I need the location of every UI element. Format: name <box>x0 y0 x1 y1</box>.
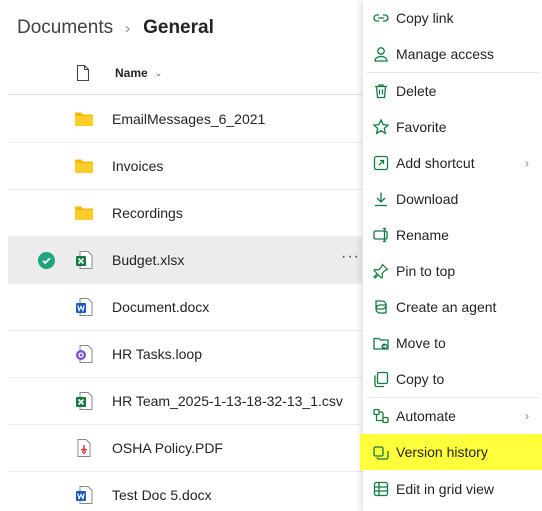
copy-icon <box>372 370 390 388</box>
menu-item-label: Edit in grid view <box>396 481 495 497</box>
menu-item-move-to[interactable]: Move to <box>363 325 542 361</box>
loop-file-icon <box>74 344 94 364</box>
context-menu: Copy link Manage access Delete Favorite Add … <box>360 0 542 511</box>
chevron-right-icon: › <box>525 156 529 170</box>
menu-item-delete[interactable]: Delete <box>363 73 542 109</box>
csv-file-icon <box>74 391 94 411</box>
folder-file-icon <box>74 203 94 223</box>
file-row[interactable]: Budget.xlsx ··· <box>8 237 368 284</box>
name-column-header[interactable]: Name ⌄ <box>115 66 162 80</box>
folder-move-icon <box>372 334 390 352</box>
menu-item-label: Add shortcut <box>396 155 475 171</box>
file-name[interactable]: HR Tasks.loop <box>112 346 202 362</box>
breadcrumb-current: General <box>143 17 214 38</box>
menu-item-label: Move to <box>396 335 446 351</box>
file-name[interactable]: OSHA Policy.PDF <box>112 440 223 456</box>
file-type-header-icon[interactable] <box>76 64 90 82</box>
menu-item-pin-to-top[interactable]: Pin to top <box>363 253 542 289</box>
file-list: EmailMessages_6_2021 Invoices Recordings Bu… <box>8 96 368 511</box>
pdf-file-icon <box>74 438 94 458</box>
file-row[interactable]: Document.docx <box>8 284 368 331</box>
menu-item-label: Automate <box>396 408 456 424</box>
menu-item-edit-in-grid-view[interactable]: Edit in grid view <box>363 471 542 507</box>
word-file-icon <box>74 297 94 317</box>
folder-file-icon <box>74 156 94 176</box>
file-name[interactable]: Budget.xlsx <box>112 252 184 268</box>
menu-item-label: Manage access <box>396 46 495 62</box>
menu-item-label: Delete <box>396 83 437 99</box>
file-row[interactable]: HR Tasks.loop <box>8 331 368 378</box>
menu-item-label: Download <box>396 191 459 207</box>
selected-check-icon[interactable] <box>38 252 55 269</box>
file-name[interactable]: Test Doc 5.docx <box>112 487 212 503</box>
rename-icon <box>372 226 390 244</box>
pin-icon <box>372 262 390 280</box>
download-icon <box>372 190 390 208</box>
folder-file-icon <box>74 109 94 129</box>
file-row[interactable]: EmailMessages_6_2021 <box>8 96 368 143</box>
file-row[interactable]: Test Doc 5.docx <box>8 472 368 511</box>
menu-item-version-history[interactable]: Version history <box>360 434 542 470</box>
chevron-right-icon: › <box>525 409 529 423</box>
menu-item-label: Favorite <box>396 119 447 135</box>
copilot-icon <box>372 298 390 316</box>
breadcrumb: Documents › General <box>17 14 214 42</box>
menu-item-create-an-agent[interactable]: Create an agent <box>363 289 542 325</box>
grid-icon <box>372 480 390 498</box>
menu-item-label: Pin to top <box>396 263 456 279</box>
menu-item-copy-to[interactable]: Copy to <box>363 361 542 397</box>
menu-item-manage-access[interactable]: Manage access <box>363 36 542 72</box>
menu-item-favorite[interactable]: Favorite <box>363 109 542 145</box>
file-row[interactable]: HR Team_2025-1-13-18-32-13_1.csv <box>8 378 368 425</box>
breadcrumb-documents[interactable]: Documents <box>17 17 113 39</box>
list-header: Name ⌄ <box>8 54 368 95</box>
excel-file-icon <box>74 250 94 270</box>
menu-divider <box>367 397 539 398</box>
more-options-icon[interactable]: ··· <box>341 248 360 266</box>
person-icon <box>372 45 390 63</box>
file-row[interactable]: Recordings <box>8 190 368 237</box>
menu-item-label: Copy to <box>396 371 445 387</box>
menu-item-label: Copy link <box>396 10 454 26</box>
link-icon <box>372 9 390 27</box>
shortcut-icon <box>372 154 390 172</box>
file-row[interactable]: Invoices <box>8 143 368 190</box>
word-file-icon <box>74 485 94 505</box>
menu-item-add-shortcut[interactable]: Add shortcut › <box>363 145 542 181</box>
file-name[interactable]: Invoices <box>112 158 163 174</box>
flow-icon <box>372 407 390 425</box>
chevron-down-icon: ⌄ <box>154 67 163 78</box>
menu-item-label: Rename <box>396 227 449 243</box>
star-icon <box>372 118 390 136</box>
file-name[interactable]: HR Team_2025-1-13-18-32-13_1.csv <box>112 393 343 409</box>
file-name[interactable]: EmailMessages_6_2021 <box>112 111 265 127</box>
menu-item-automate[interactable]: Automate › <box>363 398 542 434</box>
file-row[interactable]: OSHA Policy.PDF <box>8 425 368 472</box>
name-column-label: Name <box>115 66 148 80</box>
file-name[interactable]: Document.docx <box>112 299 209 315</box>
menu-item-label: Version history <box>396 444 488 460</box>
menu-divider <box>367 72 539 73</box>
menu-item-copy-link[interactable]: Copy link <box>363 0 542 36</box>
menu-item-rename[interactable]: Rename <box>363 217 542 253</box>
trash-icon <box>372 82 390 100</box>
menu-item-label: Create an agent <box>396 299 497 315</box>
breadcrumb-separator: › <box>125 19 131 37</box>
menu-item-download[interactable]: Download <box>363 181 542 217</box>
version-history-icon <box>372 443 390 461</box>
file-name[interactable]: Recordings <box>112 205 183 221</box>
